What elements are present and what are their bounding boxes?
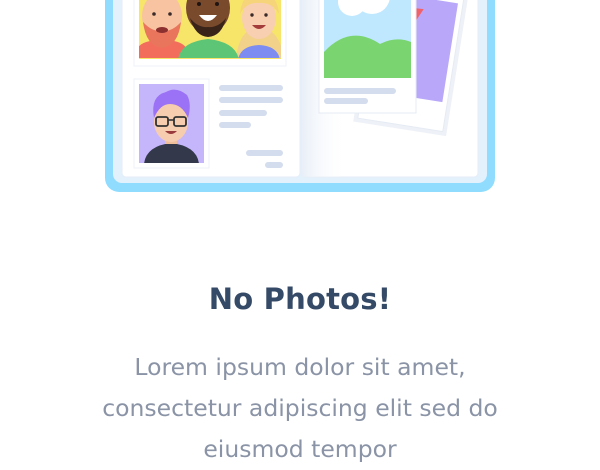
photo-album-illustration [105,0,495,192]
landscape-photo-icon [318,0,417,114]
empty-state-description: Lorem ipsum dolor sit amet, consectetur … [102,353,498,463]
empty-state-title: No Photos! [208,282,392,316]
avatar-portrait-icon [133,78,210,169]
group-portrait-icon [133,0,287,67]
